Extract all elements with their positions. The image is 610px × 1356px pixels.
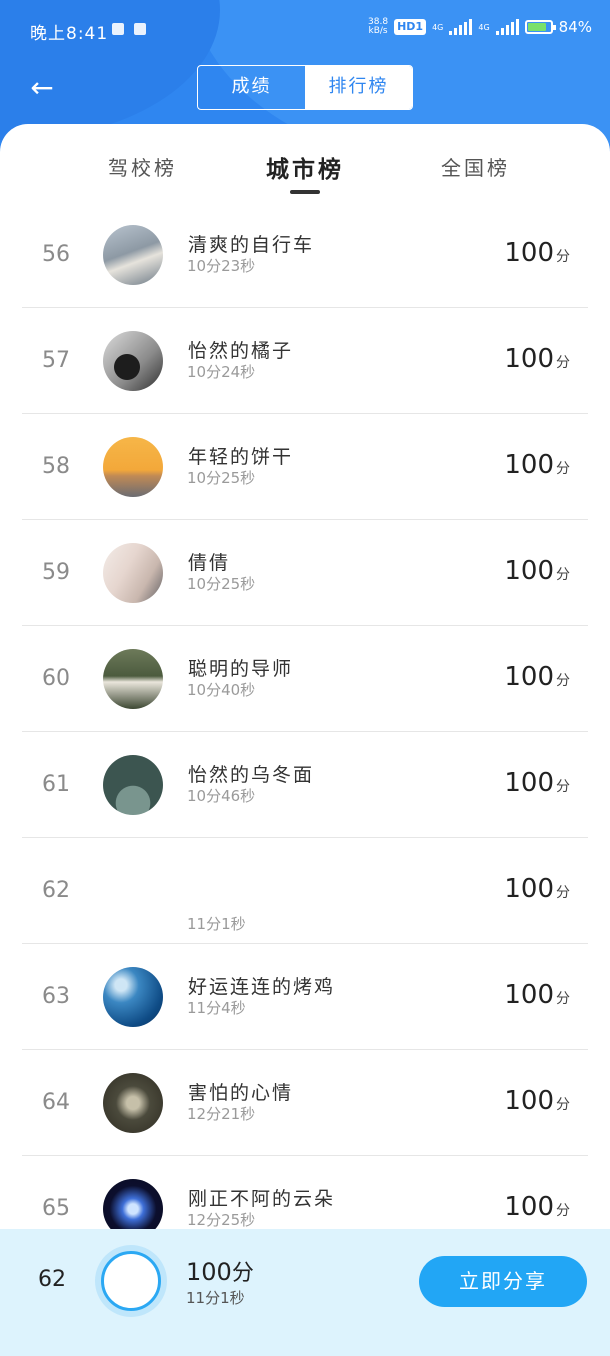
row-score: 100 分 <box>504 238 570 268</box>
active-tab-indicator <box>290 190 320 194</box>
row-rank: 57 <box>42 348 70 373</box>
row-score: 100 分 <box>504 980 570 1010</box>
row-name: 倩倩 <box>188 552 231 574</box>
status-right: 38.8 kB/s HD1 4G 4G 84% <box>368 17 592 37</box>
row-name: 清爽的自行车 <box>188 234 315 256</box>
row-score: 100 分 <box>504 450 570 480</box>
avatar <box>103 331 163 391</box>
table-row[interactable]: 56 清爽的自行车 10分23秒 100 分 <box>22 202 588 308</box>
tab-city[interactable]: 城市榜 <box>266 150 344 184</box>
battery-icon <box>524 20 556 34</box>
row-time: 11分1秒 <box>187 915 246 933</box>
row-name: 刚正不阿的云朵 <box>188 1188 336 1210</box>
share-button[interactable]: 立即分享 <box>419 1256 587 1307</box>
notification-app-icon <box>112 23 124 35</box>
row-name: 怡然的橘子 <box>188 340 294 362</box>
row-time: 10分24秒 <box>187 363 256 381</box>
row-time: 10分46秒 <box>187 787 256 805</box>
row-name: 好运连连的烤鸡 <box>188 976 336 998</box>
row-time: 10分25秒 <box>187 575 256 593</box>
avatar <box>103 755 163 815</box>
avatar <box>101 1251 161 1311</box>
content-card: 驾校榜 城市榜 全国榜 56 清爽的自行车 10分23秒 100 分 57 怡然的… <box>0 124 610 1356</box>
row-score: 100 分 <box>504 344 570 374</box>
tab-nation[interactable]: 全国榜 <box>441 152 510 181</box>
signal-icon <box>495 19 519 35</box>
row-rank: 65 <box>42 1196 70 1221</box>
row-rank: 61 <box>42 772 70 797</box>
avatar <box>103 967 163 1027</box>
tab-school[interactable]: 驾校榜 <box>108 152 177 181</box>
row-rank: 60 <box>42 666 70 691</box>
segment-leaderboard[interactable]: 排行榜 <box>305 66 412 109</box>
row-rank: 63 <box>42 984 70 1009</box>
table-row[interactable]: 61 怡然的乌冬面 10分46秒 100 分 <box>22 732 588 838</box>
row-time: 10分23秒 <box>187 257 256 275</box>
table-row[interactable]: 58 年轻的饼干 10分25秒 100 分 <box>22 414 588 520</box>
notification-app-icon <box>134 23 146 35</box>
row-score: 100 分 <box>504 874 570 904</box>
row-rank: 64 <box>42 1090 70 1115</box>
table-row[interactable]: 60 聪明的导师 10分40秒 100 分 <box>22 626 588 732</box>
notification-icons <box>112 23 146 35</box>
my-score: 100分 <box>186 1258 254 1286</box>
avatar <box>103 1073 163 1133</box>
row-time: 11分4秒 <box>187 999 246 1017</box>
avatar <box>103 649 163 709</box>
table-row[interactable]: 59 倩倩 10分25秒 100 分 <box>22 520 588 626</box>
row-time: 10分40秒 <box>187 681 256 699</box>
avatar <box>103 225 163 285</box>
row-rank: 62 <box>42 878 70 903</box>
signal-icon <box>449 19 473 35</box>
table-row[interactable]: 57 怡然的橘子 10分24秒 100 分 <box>22 308 588 414</box>
table-row[interactable]: 63 好运连连的烤鸡 11分4秒 100 分 <box>22 944 588 1050</box>
row-name: 聪明的导师 <box>188 658 294 680</box>
row-name: 害怕的心情 <box>188 1082 294 1104</box>
row-rank: 58 <box>42 454 70 479</box>
status-bar: 晚上8:41 38.8 kB/s HD1 4G 4G 84% <box>0 0 610 60</box>
table-row[interactable]: 62 11分1秒 100 分 <box>22 838 588 944</box>
network-speed: 38.8 kB/s <box>368 17 389 36</box>
network-type-label: 4G <box>432 22 444 32</box>
my-rank: 62 <box>38 1267 66 1292</box>
leaderboard-tabs: 驾校榜 城市榜 全国榜 <box>0 124 610 204</box>
table-row[interactable]: 64 害怕的心情 12分21秒 100 分 <box>22 1050 588 1156</box>
hd-badge: HD1 <box>394 19 427 35</box>
row-score: 100 分 <box>504 556 570 586</box>
row-time: 12分25秒 <box>187 1211 256 1229</box>
row-name: 年轻的饼干 <box>188 446 294 468</box>
row-score: 100 分 <box>504 1086 570 1116</box>
status-time: 晚上8:41 <box>30 24 109 44</box>
row-name: 怡然的乌冬面 <box>188 764 315 786</box>
row-score: 100 分 <box>504 768 570 798</box>
network-type-label: 4G <box>478 22 490 32</box>
segment-scores[interactable]: 成绩 <box>198 66 305 109</box>
battery-percent: 84% <box>558 18 592 36</box>
row-score: 100 分 <box>504 1192 570 1222</box>
avatar <box>103 437 163 497</box>
ranking-list: 56 清爽的自行车 10分23秒 100 分 57 怡然的橘子 10分24秒 10… <box>22 202 588 1262</box>
row-time: 12分21秒 <box>187 1105 256 1123</box>
avatar <box>103 543 163 603</box>
back-button[interactable]: ← <box>24 70 60 106</box>
row-rank: 59 <box>42 560 70 585</box>
arrow-left-icon: ← <box>30 71 54 104</box>
my-ranking-bar: 62 100分 11分1秒 立即分享 <box>0 1229 610 1356</box>
row-time: 10分25秒 <box>187 469 256 487</box>
my-time: 11分1秒 <box>186 1289 245 1307</box>
segment-control: 成绩 排行榜 <box>197 65 413 110</box>
row-score: 100 分 <box>504 662 570 692</box>
row-rank: 56 <box>42 242 70 267</box>
